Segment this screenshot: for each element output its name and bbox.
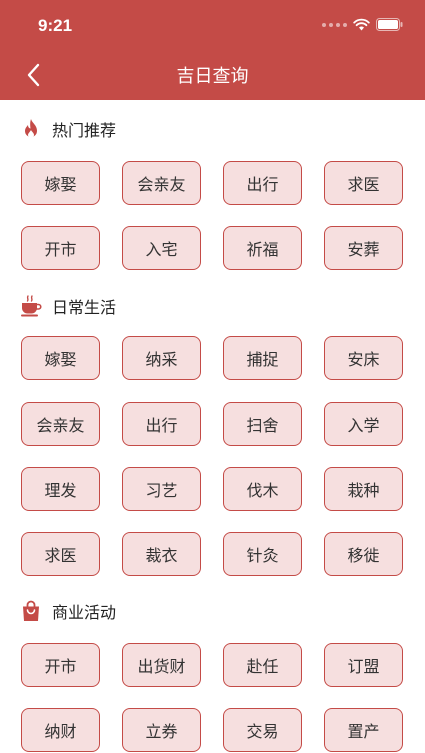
tag-button[interactable]: 入宅: [122, 226, 201, 270]
tag-button[interactable]: 开市: [21, 643, 100, 687]
tag-button[interactable]: 安葬: [324, 226, 403, 270]
tag-button[interactable]: 出行: [122, 402, 201, 446]
tag-button[interactable]: 栽种: [324, 467, 403, 511]
tag-button[interactable]: 捕捉: [223, 336, 302, 380]
page-title: 吉日查询: [176, 66, 249, 87]
wifi-icon: [353, 18, 370, 31]
status-indicators: [322, 18, 403, 31]
tag-button[interactable]: 嫁娶: [21, 161, 100, 205]
tag-button[interactable]: 习艺: [122, 467, 201, 511]
tag-button[interactable]: 安床: [324, 336, 403, 380]
status-time: 9:21: [38, 16, 73, 35]
section-title: 日常生活: [52, 298, 117, 317]
tea-cup-icon: [20, 295, 42, 317]
tag-button[interactable]: 纳财: [21, 708, 100, 752]
tag-button[interactable]: 入学: [324, 402, 403, 446]
tag-button[interactable]: 赴任: [223, 643, 302, 687]
section-title: 商业活动: [52, 603, 117, 622]
status-bar: 9:21: [0, 0, 425, 50]
tag-button[interactable]: 嫁娶: [21, 336, 100, 380]
tag-button[interactable]: 置产: [324, 708, 403, 752]
section-title: 热门推荐: [52, 121, 117, 140]
shopping-bag-icon: [20, 600, 42, 622]
section-header-business: 商业活动: [20, 598, 116, 624]
tag-button[interactable]: 出行: [223, 161, 302, 205]
tag-button[interactable]: 会亲友: [122, 161, 201, 205]
battery-icon: [376, 18, 403, 31]
tag-button[interactable]: 交易: [223, 708, 302, 752]
tag-button[interactable]: 裁衣: [122, 532, 201, 576]
tag-button[interactable]: 祈福: [223, 226, 302, 270]
tag-button[interactable]: 开市: [21, 226, 100, 270]
tag-button[interactable]: 移徙: [324, 532, 403, 576]
tag-button[interactable]: 求医: [21, 532, 100, 576]
tag-button[interactable]: 扫舍: [223, 402, 302, 446]
section-header-hot: 热门推荐: [20, 116, 116, 142]
tag-button[interactable]: 订盟: [324, 643, 403, 687]
tag-button[interactable]: 会亲友: [21, 402, 100, 446]
tag-button[interactable]: 立券: [122, 708, 201, 752]
tag-button[interactable]: 伐木: [223, 467, 302, 511]
tag-button[interactable]: 针灸: [223, 532, 302, 576]
fire-icon: [20, 118, 42, 140]
tag-button[interactable]: 纳采: [122, 336, 201, 380]
header: 9:21 吉日查询: [0, 0, 425, 100]
tag-button[interactable]: 出货财: [122, 643, 201, 687]
tag-button[interactable]: 理发: [21, 467, 100, 511]
signal-icon: [322, 22, 347, 27]
nav-bar: 吉日查询: [0, 50, 425, 100]
section-header-daily: 日常生活: [20, 293, 116, 319]
tag-button[interactable]: 求医: [324, 161, 403, 205]
